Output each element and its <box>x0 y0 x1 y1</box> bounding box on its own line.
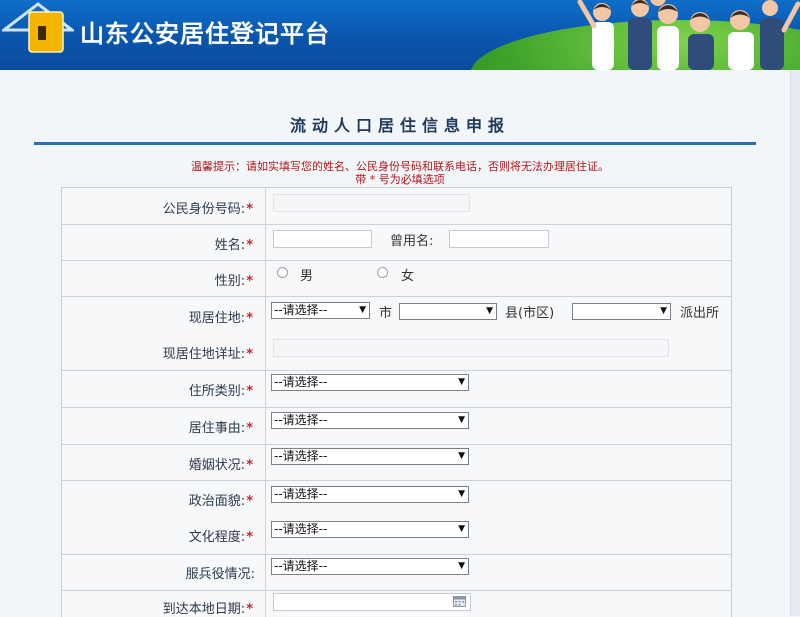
id-number-input[interactable] <box>273 194 470 212</box>
military-service-label: 服兵役情况: <box>185 567 255 582</box>
required-mark: * <box>246 494 253 509</box>
gender-male-label: 男 <box>300 269 314 284</box>
residence-detail-label: 现居住地详址:* <box>162 347 253 362</box>
marital-status-select[interactable]: --请选择-- ▼ <box>271 448 469 465</box>
residence-reason-select[interactable]: --请选择-- ▼ <box>271 412 469 429</box>
notice-text: 温馨提示：请如实填写您的姓名、公民身份号码和联系电话，否则将无法办理居住证。 带… <box>0 160 800 186</box>
residence-detail-input[interactable] <box>273 339 669 357</box>
row-divider <box>62 554 731 555</box>
required-mark: * <box>246 311 253 326</box>
notice-line-2: 带 * 号为必填选项 <box>355 173 445 186</box>
required-mark: * <box>246 384 253 399</box>
chevron-down-icon: ▼ <box>458 489 465 499</box>
row-divider <box>62 480 731 481</box>
required-mark: * <box>246 202 253 217</box>
required-mark: * <box>246 530 253 545</box>
row-divider <box>62 260 731 261</box>
gender-female-radio[interactable] <box>377 267 388 278</box>
chevron-down-icon: ▼ <box>458 415 465 425</box>
arrival-date-input[interactable] <box>273 593 471 611</box>
education-label: 文化程度:* <box>188 530 253 545</box>
column-divider <box>265 188 266 617</box>
row-divider <box>62 444 731 445</box>
gender-label: 性别:* <box>214 274 253 289</box>
political-status-label: 政治面貌:* <box>188 494 253 509</box>
chevron-down-icon: ▼ <box>486 306 493 316</box>
arrival-date-label: 到达本地日期:* <box>162 602 253 617</box>
page-title: 流动人口居住信息申报 <box>289 116 510 135</box>
residence-reason-label: 居住事由:* <box>188 421 253 436</box>
scrollbar-track[interactable] <box>790 70 800 616</box>
site-title: 山东公安居住登记平台 <box>80 20 330 48</box>
chevron-down-icon: ▼ <box>660 306 667 316</box>
marital-status-label: 婚姻状况:* <box>188 458 253 473</box>
calendar-icon[interactable] <box>453 596 466 607</box>
chevron-down-icon: ▼ <box>458 561 465 571</box>
chevron-down-icon: ▼ <box>458 524 465 534</box>
dwelling-type-select[interactable]: --请选择-- ▼ <box>271 374 469 391</box>
county-select[interactable]: ▼ <box>572 303 671 320</box>
banner-people-image <box>577 0 800 70</box>
required-mark: * <box>246 238 253 253</box>
row-divider <box>62 296 731 297</box>
house-logo-icon <box>2 2 74 53</box>
chevron-down-icon: ▼ <box>458 451 465 461</box>
row-divider <box>62 370 731 371</box>
required-mark: * <box>246 274 253 289</box>
header-banner: 山东公安居住登记平台 <box>0 0 800 70</box>
gender-male-radio[interactable] <box>277 267 288 278</box>
required-mark: * <box>246 602 253 617</box>
registration-form: 公民身份号码:* 姓名:* 曾用名: 性别:* 男 女 现居住地:* --请选择… <box>61 187 732 617</box>
notice-line-1: 温馨提示：请如实填写您的姓名、公民身份号码和联系电话，否则将无法办理居住证。 <box>191 160 609 173</box>
city-select[interactable]: ▼ <box>399 303 497 320</box>
required-mark: * <box>246 458 253 473</box>
row-divider <box>62 224 731 225</box>
row-divider <box>62 407 731 408</box>
province-select[interactable]: --请选择-- ▼ <box>271 302 370 319</box>
chevron-down-icon: ▼ <box>458 377 465 387</box>
gender-female-label: 女 <box>401 269 415 284</box>
county-unit-label: 县(市区) <box>505 306 555 321</box>
name-input[interactable] <box>273 230 372 248</box>
political-status-select[interactable]: --请选择-- ▼ <box>271 486 469 503</box>
former-name-input[interactable] <box>449 230 549 248</box>
id-number-label: 公民身份号码:* <box>162 202 253 217</box>
military-service-select[interactable]: --请选择-- ▼ <box>271 558 469 575</box>
police-station-label: 派出所 <box>680 306 720 321</box>
dwelling-type-label: 住所类别:* <box>188 384 253 399</box>
heading-divider <box>34 142 756 145</box>
chevron-down-icon: ▼ <box>359 305 366 315</box>
city-unit-label: 市 <box>379 306 393 321</box>
education-select[interactable]: --请选择-- ▼ <box>271 521 469 538</box>
required-mark: * <box>246 347 253 362</box>
required-mark: * <box>246 421 253 436</box>
residence-label: 现居住地:* <box>188 311 253 326</box>
row-divider <box>62 590 731 591</box>
former-name-label: 曾用名: <box>390 234 434 249</box>
name-label: 姓名:* <box>214 238 253 253</box>
